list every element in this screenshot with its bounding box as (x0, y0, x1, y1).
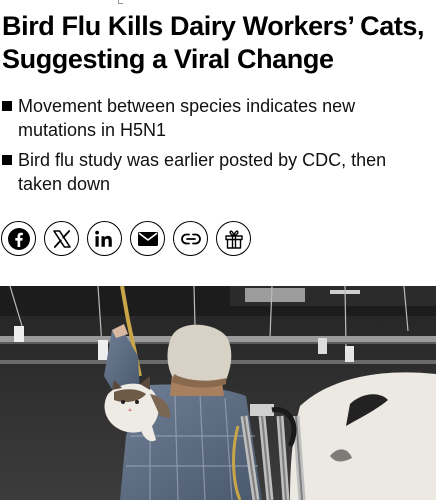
share-linkedin-button[interactable] (87, 221, 122, 256)
share-facebook-button[interactable] (1, 221, 36, 256)
share-x-button[interactable] (44, 221, 79, 256)
summary-bullet: Movement between species indicates new m… (2, 94, 432, 142)
bullet-square-icon (2, 155, 12, 165)
summary-bullet: Bird flu study was earlier posted by CDC… (2, 148, 432, 196)
top-decoration (118, 0, 123, 4)
gift-icon (224, 229, 243, 249)
gift-article-button[interactable] (216, 221, 251, 256)
summary-bullets: Movement between species indicates new m… (2, 94, 432, 202)
bullet-text: Bird flu study was earlier posted by CDC… (18, 150, 387, 194)
article-photo (0, 286, 436, 500)
headline: Bird Flu Kills Dairy Workers’ Cats, Sugg… (2, 11, 425, 74)
share-email-button[interactable] (130, 221, 165, 256)
bullet-square-icon (2, 101, 12, 111)
email-icon (137, 231, 158, 246)
copy-link-button[interactable] (173, 221, 208, 256)
linkedin-icon (94, 230, 112, 247)
x-icon (52, 229, 71, 248)
cat-on-farmer-photo (0, 286, 436, 500)
share-toolbar (1, 221, 251, 256)
link-icon (180, 233, 201, 244)
facebook-icon (7, 227, 30, 250)
bullet-text: Movement between species indicates new m… (18, 96, 356, 140)
